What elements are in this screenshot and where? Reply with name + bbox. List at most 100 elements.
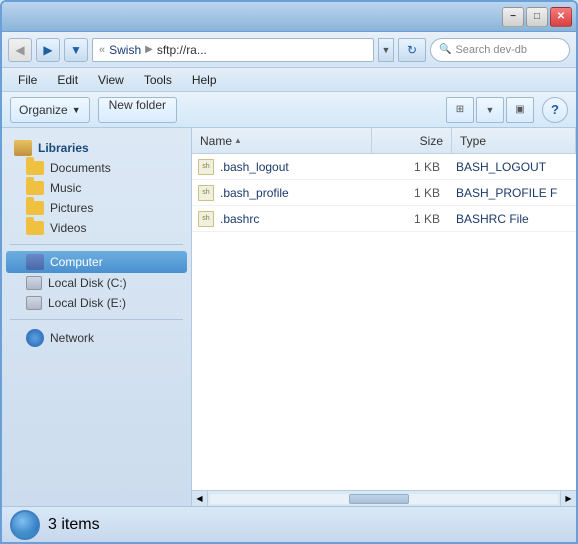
- file-type: BASH_PROFILE F: [452, 186, 576, 200]
- search-box[interactable]: 🔍 Search dev-db: [430, 38, 570, 62]
- music-label: Music: [50, 181, 81, 195]
- sidebar-item-local-e[interactable]: Local Disk (E:): [6, 293, 187, 313]
- dropdown-nav-button[interactable]: ▼: [64, 38, 88, 62]
- path-prefix: «: [99, 44, 105, 56]
- main-content: Libraries Documents Music Pictures Video…: [2, 128, 576, 506]
- file-icon-cell: sh: [192, 185, 220, 201]
- organize-arrow-icon: ▼: [72, 105, 81, 115]
- explorer-window: − □ ✕ ◀ ▶ ▼ « Swish ▶ sftp://ra... ▼ ↻ 🔍: [0, 0, 578, 544]
- address-bar: ◀ ▶ ▼ « Swish ▶ sftp://ra... ▼ ↻ 🔍 Searc…: [2, 32, 576, 68]
- forward-icon: ▶: [43, 43, 52, 57]
- scroll-left-button[interactable]: ◀: [192, 491, 208, 507]
- col-header-type[interactable]: Type: [452, 128, 576, 153]
- pictures-label: Pictures: [50, 201, 93, 215]
- folder-icon: [26, 201, 44, 215]
- file-icon: sh: [198, 185, 214, 201]
- col-type-label: Type: [460, 134, 486, 148]
- col-size-label: Size: [420, 134, 443, 148]
- col-header-name[interactable]: Name ▲: [192, 128, 372, 153]
- sidebar-item-videos[interactable]: Videos: [6, 218, 187, 238]
- view-controls: ⊞ ▼ ▣: [446, 97, 534, 123]
- item-count: 3 items: [48, 516, 100, 534]
- view-dropdown-icon: ▼: [486, 105, 495, 115]
- title-bar: − □ ✕: [2, 2, 576, 32]
- new-folder-button[interactable]: New folder: [98, 97, 177, 123]
- file-name: .bashrc: [220, 212, 372, 226]
- file-icon-cell: sh: [192, 211, 220, 227]
- libraries-label: Libraries: [38, 141, 89, 155]
- status-bar: 3 items: [2, 506, 576, 542]
- sidebar-scroll-area[interactable]: Libraries Documents Music Pictures Video…: [2, 128, 191, 506]
- sidebar-item-documents[interactable]: Documents: [6, 158, 187, 178]
- pane-button[interactable]: ▣: [506, 97, 534, 123]
- address-path[interactable]: « Swish ▶ sftp://ra...: [92, 38, 374, 62]
- folder-icon: [26, 181, 44, 195]
- chevron-down-icon: ▼: [70, 43, 82, 57]
- minimize-button[interactable]: −: [502, 7, 524, 27]
- refresh-icon: ↻: [407, 43, 417, 57]
- horizontal-scrollbar[interactable]: ◀ ▶: [192, 490, 576, 506]
- menu-file[interactable]: File: [10, 71, 45, 89]
- file-size: 1 KB: [372, 160, 452, 174]
- file-name: .bash_logout: [220, 160, 372, 174]
- view-dropdown-button[interactable]: ▼: [476, 97, 504, 123]
- scroll-track[interactable]: [210, 494, 558, 504]
- separator-2: [10, 319, 183, 320]
- folder-icon: [26, 221, 44, 235]
- sidebar-item-network[interactable]: Network: [6, 326, 187, 350]
- window-controls: − □ ✕: [502, 7, 572, 27]
- file-icon: sh: [198, 211, 214, 227]
- scroll-thumb[interactable]: [349, 494, 409, 504]
- file-size: 1 KB: [372, 212, 452, 226]
- file-size: 1 KB: [372, 186, 452, 200]
- toolbar: Organize ▼ New folder ⊞ ▼ ▣ ?: [2, 92, 576, 128]
- sidebar: Libraries Documents Music Pictures Video…: [2, 128, 192, 506]
- help-button[interactable]: ?: [542, 97, 568, 123]
- col-header-size[interactable]: Size: [372, 128, 452, 153]
- file-name: .bash_profile: [220, 186, 372, 200]
- libraries-icon: [14, 140, 32, 156]
- view-mode-button[interactable]: ⊞: [446, 97, 474, 123]
- file-list[interactable]: sh .bash_logout 1 KB BASH_LOGOUT sh .bas…: [192, 154, 576, 490]
- sidebar-item-local-c[interactable]: Local Disk (C:): [6, 273, 187, 293]
- menu-view[interactable]: View: [90, 71, 132, 89]
- table-row[interactable]: sh .bash_logout 1 KB BASH_LOGOUT: [192, 154, 576, 180]
- sidebar-section-libraries: Libraries: [6, 136, 187, 158]
- network-label: Network: [50, 331, 94, 345]
- help-icon: ?: [551, 102, 559, 117]
- documents-label: Documents: [50, 161, 111, 175]
- path-sftp: sftp://ra...: [157, 43, 207, 57]
- new-folder-label: New folder: [109, 98, 166, 112]
- maximize-button[interactable]: □: [526, 7, 548, 27]
- scroll-right-button[interactable]: ▶: [560, 491, 576, 507]
- file-icon: sh: [198, 159, 214, 175]
- forward-button[interactable]: ▶: [36, 38, 60, 62]
- sidebar-item-pictures[interactable]: Pictures: [6, 198, 187, 218]
- network-icon: [26, 329, 44, 347]
- file-type: BASHRC File: [452, 212, 576, 226]
- back-icon: ◀: [15, 43, 24, 57]
- table-row[interactable]: sh .bashrc 1 KB BASHRC File: [192, 206, 576, 232]
- file-area: Name ▲ Size Type sh .bash_logout 1 KB: [192, 128, 576, 506]
- pane-icon: ▣: [515, 104, 524, 115]
- computer-label: Computer: [50, 255, 103, 269]
- path-swish: Swish: [109, 43, 141, 57]
- folder-icon: [26, 161, 44, 175]
- close-button[interactable]: ✕: [550, 7, 572, 27]
- organize-button[interactable]: Organize ▼: [10, 97, 90, 123]
- refresh-button[interactable]: ↻: [398, 38, 426, 62]
- menu-edit[interactable]: Edit: [49, 71, 86, 89]
- local-disk-e-label: Local Disk (E:): [48, 296, 126, 310]
- local-disk-c-label: Local Disk (C:): [48, 276, 127, 290]
- sidebar-item-computer[interactable]: Computer: [6, 251, 187, 273]
- search-icon: 🔍: [439, 44, 451, 55]
- sort-asc-icon: ▲: [234, 136, 242, 145]
- menu-tools[interactable]: Tools: [136, 71, 180, 89]
- menu-help[interactable]: Help: [184, 71, 225, 89]
- table-row[interactable]: sh .bash_profile 1 KB BASH_PROFILE F: [192, 180, 576, 206]
- status-globe-icon: [10, 510, 40, 540]
- address-dropdown-button[interactable]: ▼: [378, 38, 394, 62]
- view-mode-icon: ⊞: [456, 104, 464, 115]
- back-button[interactable]: ◀: [8, 38, 32, 62]
- sidebar-item-music[interactable]: Music: [6, 178, 187, 198]
